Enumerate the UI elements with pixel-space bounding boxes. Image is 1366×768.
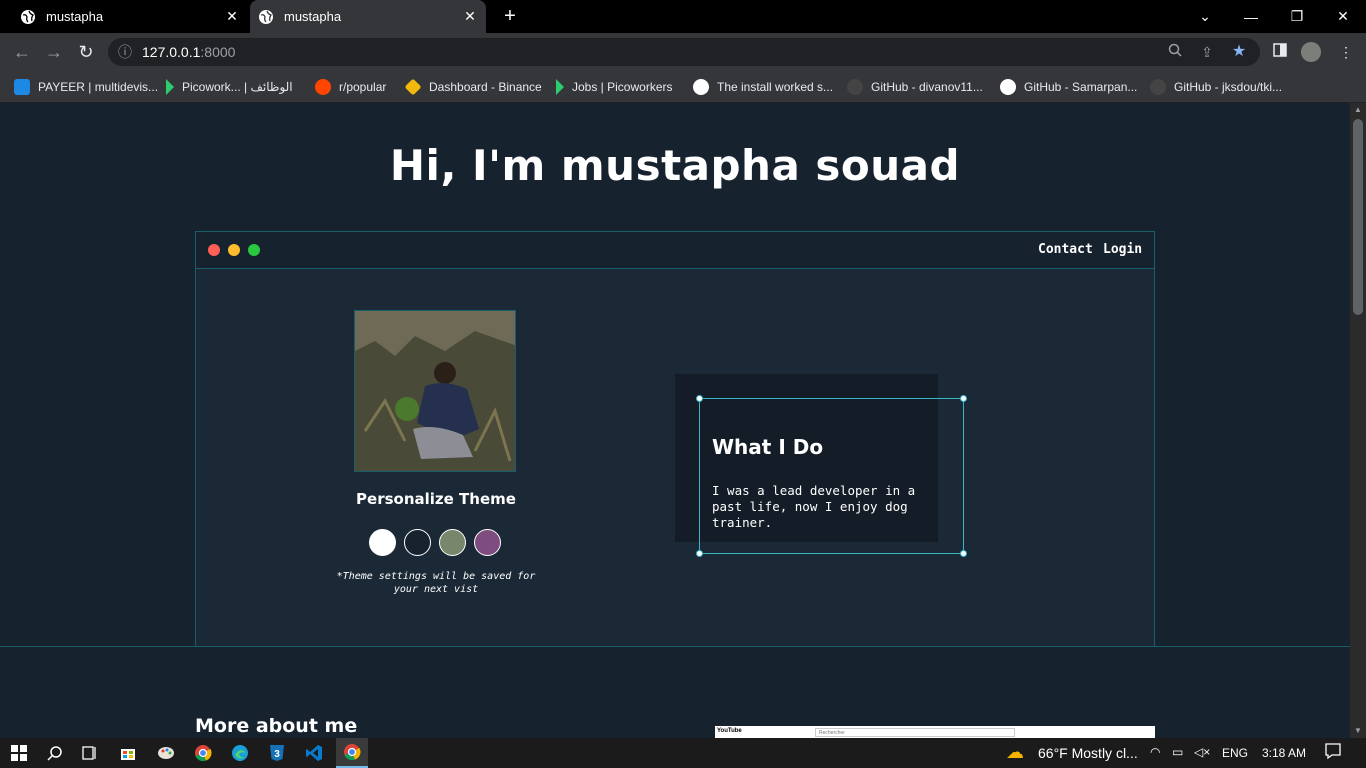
bookmark-item[interactable]: PAYEER | multidevis... xyxy=(14,77,158,97)
resize-handle[interactable] xyxy=(960,395,967,402)
globe-icon xyxy=(1000,79,1016,95)
github-icon xyxy=(1150,79,1166,95)
bookmark-item[interactable]: The install worked s... xyxy=(693,77,833,97)
share-icon[interactable]: ⇪ xyxy=(1198,43,1216,61)
theme-section-title: Personalize Theme xyxy=(356,490,516,508)
resize-handle[interactable] xyxy=(696,550,703,557)
page-title: Hi, I'm mustapha souad xyxy=(389,141,961,190)
more-about-heading: More about me xyxy=(195,715,358,737)
login-link[interactable]: Login xyxy=(1103,242,1142,257)
address-bar[interactable]: ⓘ 127.0.0.1:8000 ⇪ ★ xyxy=(108,38,1260,66)
window-title-bar: Contact Login xyxy=(196,232,1154,269)
profile-avatar[interactable] xyxy=(1301,42,1321,62)
profile-photo xyxy=(354,310,516,472)
vscode-icon[interactable] xyxy=(303,742,325,764)
window-dot-red xyxy=(208,244,220,256)
paint-icon[interactable] xyxy=(155,742,177,764)
browser-tab-strip: mustapha ✕ mustapha ✕ + ⌄ — ❐ ✕ xyxy=(0,0,1366,33)
minimize-button[interactable]: — xyxy=(1228,0,1274,33)
new-tab-button[interactable]: + xyxy=(500,6,520,26)
card-text: I was a lead developer in a past life, n… xyxy=(712,483,916,530)
theme-swatch-dark[interactable] xyxy=(404,529,431,556)
contact-link[interactable]: Contact xyxy=(1038,242,1093,257)
window-dot-green xyxy=(248,244,260,256)
browser-tab[interactable]: mustapha ✕ xyxy=(8,0,248,33)
url-text: 127.0.0.1:8000 xyxy=(142,44,236,60)
restore-button[interactable]: ❐ xyxy=(1274,0,1320,33)
picoworkers-icon xyxy=(556,79,564,95)
github-icon xyxy=(847,79,863,95)
chevron-down-icon[interactable]: ⌄ xyxy=(1182,0,1228,33)
windows-start-icon[interactable] xyxy=(8,742,30,764)
card-title: What I Do xyxy=(712,435,824,459)
language-indicator[interactable]: ENG xyxy=(1222,746,1248,760)
bookmark-item[interactable]: r/popular xyxy=(315,77,386,97)
menu-dots-icon[interactable]: ⋮ xyxy=(1336,42,1356,62)
profile-window: Contact Login Personalize Theme *Theme s… xyxy=(195,231,1155,647)
bookmark-item[interactable]: Dashboard - Binance xyxy=(404,77,542,97)
resize-handle[interactable] xyxy=(696,395,703,402)
close-icon[interactable]: ✕ xyxy=(224,8,240,24)
close-window-button[interactable]: ✕ xyxy=(1320,0,1366,33)
edge-icon[interactable] xyxy=(229,742,251,764)
scroll-thumb[interactable] xyxy=(1353,119,1363,315)
browser-tab-active[interactable]: mustapha ✕ xyxy=(250,0,486,33)
wifi-icon[interactable]: ◠ xyxy=(1150,745,1160,759)
scroll-up-icon[interactable]: ▲ xyxy=(1350,103,1366,117)
chrome-active-icon[interactable] xyxy=(336,738,368,768)
windows-taskbar: 3 ☁ 66°F Mostly cl... ◠ ▭ ◁× ENG 3:18 AM xyxy=(0,738,1366,768)
browser-toolbar: ← → ↻ ⓘ 127.0.0.1:8000 ⇪ ★ ⋮ xyxy=(0,33,1366,71)
picoworkers-icon xyxy=(166,79,174,95)
svg-text:3: 3 xyxy=(274,749,280,760)
bookmark-star-icon[interactable]: ★ xyxy=(1230,43,1248,61)
bookmark-item[interactable]: Picowork... | الوظائف xyxy=(166,77,293,97)
volume-icon[interactable]: ◁× xyxy=(1194,745,1210,759)
youtube-search: Rechercher xyxy=(815,728,1015,737)
info-icon[interactable]: ⓘ xyxy=(116,43,134,61)
scroll-down-icon[interactable]: ▼ xyxy=(1350,724,1366,738)
page-scrollbar[interactable]: ▲ ▼ xyxy=(1350,103,1366,738)
globe-icon xyxy=(21,9,35,24)
globe-icon xyxy=(259,9,273,24)
what-i-do-card: What I Do I was a lead developer in a pa… xyxy=(696,395,967,557)
reddit-icon xyxy=(315,79,331,95)
bookmark-item[interactable]: GitHub - divanov11... xyxy=(847,77,983,97)
bookmark-item[interactable]: GitHub - Samarpan... xyxy=(1000,77,1137,97)
weather-text[interactable]: 66°F Mostly cl... xyxy=(1038,745,1138,761)
chrome-icon[interactable] xyxy=(192,742,214,764)
clock[interactable]: 3:18 AM xyxy=(1262,746,1306,760)
window-dot-yellow xyxy=(228,244,240,256)
tab-title: mustapha xyxy=(284,9,342,24)
back-arrow-icon[interactable]: ← xyxy=(10,41,34,63)
reload-icon[interactable]: ↻ xyxy=(74,41,98,63)
youtube-embed-preview[interactable]: YouTube Rechercher xyxy=(715,726,1155,738)
theme-note: *Theme settings will be saved for your n… xyxy=(336,571,536,595)
theme-swatch-green[interactable] xyxy=(439,529,466,556)
page-content: Hi, I'm mustapha souad Contact Login Per… xyxy=(0,103,1350,738)
zoom-icon[interactable] xyxy=(1166,43,1184,61)
section-divider xyxy=(0,646,1350,647)
side-panel-icon[interactable] xyxy=(1270,42,1290,62)
bookmark-item[interactable]: GitHub - jksdou/tki... xyxy=(1150,77,1282,97)
notifications-icon[interactable] xyxy=(1324,742,1342,763)
battery-icon[interactable]: ▭ xyxy=(1172,745,1183,759)
globe-icon xyxy=(693,79,709,95)
bookmark-item[interactable]: Jobs | Picoworkers xyxy=(556,77,672,97)
theme-swatch-light[interactable] xyxy=(369,529,396,556)
payeer-icon xyxy=(14,79,30,95)
bookmarks-bar: PAYEER | multidevis... Picowork... | الو… xyxy=(0,71,1366,103)
youtube-logo: YouTube xyxy=(717,728,742,734)
store-icon[interactable] xyxy=(117,742,139,764)
close-icon[interactable]: ✕ xyxy=(462,8,478,24)
tab-title: mustapha xyxy=(46,9,104,24)
theme-swatch-purple[interactable] xyxy=(474,529,501,556)
css3-icon[interactable]: 3 xyxy=(266,742,288,764)
binance-icon xyxy=(404,78,422,96)
forward-arrow-icon[interactable]: → xyxy=(42,41,66,63)
task-view-icon[interactable] xyxy=(79,742,101,764)
search-icon[interactable] xyxy=(44,742,66,764)
weather-icon[interactable]: ☁ xyxy=(1006,742,1024,763)
resize-handle[interactable] xyxy=(960,550,967,557)
